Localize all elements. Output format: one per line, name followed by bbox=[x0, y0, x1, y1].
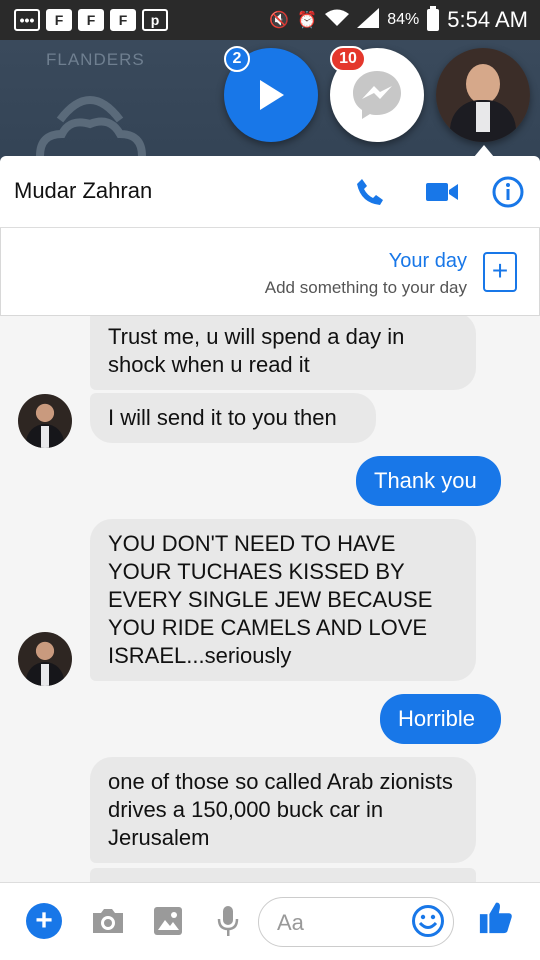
weather-cloud-icon bbox=[36, 96, 146, 157]
thumbs-up-icon bbox=[479, 902, 512, 934]
message-bubble-incoming[interactable]: one of those so called Arab zionists dri… bbox=[90, 757, 476, 863]
contact-avatar[interactable] bbox=[18, 632, 72, 686]
your-day-title: Your day bbox=[388, 250, 467, 272]
message-bubble-incoming-partial[interactable] bbox=[90, 868, 476, 882]
message-bubble-outgoing[interactable]: Horrible bbox=[380, 694, 501, 744]
conversation-header: Mudar Zahran bbox=[0, 156, 540, 228]
image-icon bbox=[154, 907, 182, 935]
more-options-button[interactable]: + bbox=[26, 903, 62, 939]
contact-name[interactable]: Mudar Zahran bbox=[14, 178, 152, 204]
contact-avatar[interactable] bbox=[18, 394, 72, 448]
status-right: 🔇 ⏰ 84% 5:54 AM bbox=[269, 0, 528, 40]
voice-button[interactable] bbox=[210, 903, 246, 939]
pinterest-notification-icon: p bbox=[142, 9, 168, 31]
video-call-button[interactable] bbox=[424, 174, 460, 210]
facebook-notification-icon: F bbox=[46, 9, 72, 31]
messenger-chat-badge: 10 bbox=[330, 46, 366, 72]
phone-icon bbox=[357, 179, 383, 205]
message-thread[interactable]: Trust me, u will spend a day in shock wh… bbox=[0, 316, 540, 882]
battery-percent: 84% bbox=[387, 11, 420, 28]
alarm-icon: ⏰ bbox=[297, 12, 318, 29]
message-bubble-outgoing[interactable]: Thank you bbox=[356, 456, 501, 506]
microphone-icon bbox=[217, 906, 239, 936]
signal-icon bbox=[357, 7, 380, 33]
mute-icon: 🔇 bbox=[269, 12, 290, 29]
message-bubble-incoming[interactable]: YOU DON'T NEED TO HAVE YOUR TUCHAES KISS… bbox=[90, 519, 476, 681]
video-chat-badge: 2 bbox=[224, 46, 250, 72]
wifi-icon bbox=[325, 9, 350, 32]
weather-widget-label: FLANDERS bbox=[46, 50, 145, 69]
info-icon bbox=[492, 176, 524, 208]
messenger-icon bbox=[353, 71, 401, 119]
your-day-banner[interactable]: Your day Add something to your day + bbox=[0, 228, 540, 316]
facebook-notification-icon: F bbox=[110, 9, 136, 31]
notification-dots-icon: ••• bbox=[14, 9, 40, 31]
status-bar: ••• F F F p 🔇 ⏰ 84% 5:54 AM bbox=[0, 0, 540, 40]
emoji-icon bbox=[412, 905, 444, 937]
emoji-button[interactable] bbox=[410, 903, 446, 939]
camera-icon bbox=[93, 909, 123, 933]
clock: 5:54 AM bbox=[447, 7, 528, 32]
notification-icons: ••• F F F p bbox=[0, 9, 168, 31]
video-camera-icon bbox=[426, 183, 458, 201]
gallery-button[interactable] bbox=[150, 903, 186, 939]
message-bubble-incoming[interactable]: I will send it to you then bbox=[90, 393, 376, 443]
add-to-day-button[interactable]: + bbox=[483, 252, 517, 292]
message-input[interactable] bbox=[277, 908, 407, 938]
message-bubble-incoming[interactable]: Trust me, u will spend a day in shock wh… bbox=[90, 316, 476, 390]
info-button[interactable] bbox=[490, 174, 526, 210]
message-composer: + bbox=[0, 882, 540, 960]
battery-icon bbox=[427, 6, 440, 31]
camera-button[interactable] bbox=[90, 903, 126, 939]
contact-chat-head[interactable] bbox=[436, 48, 530, 142]
messenger-screen: ••• F F F p 🔇 ⏰ 84% 5:54 AM FLANDERS 2 1… bbox=[0, 0, 540, 960]
play-icon bbox=[260, 80, 284, 110]
your-day-subtitle: Add something to your day bbox=[264, 278, 467, 297]
like-button[interactable] bbox=[478, 899, 514, 935]
call-button[interactable] bbox=[352, 174, 388, 210]
facebook-notification-icon: F bbox=[78, 9, 104, 31]
